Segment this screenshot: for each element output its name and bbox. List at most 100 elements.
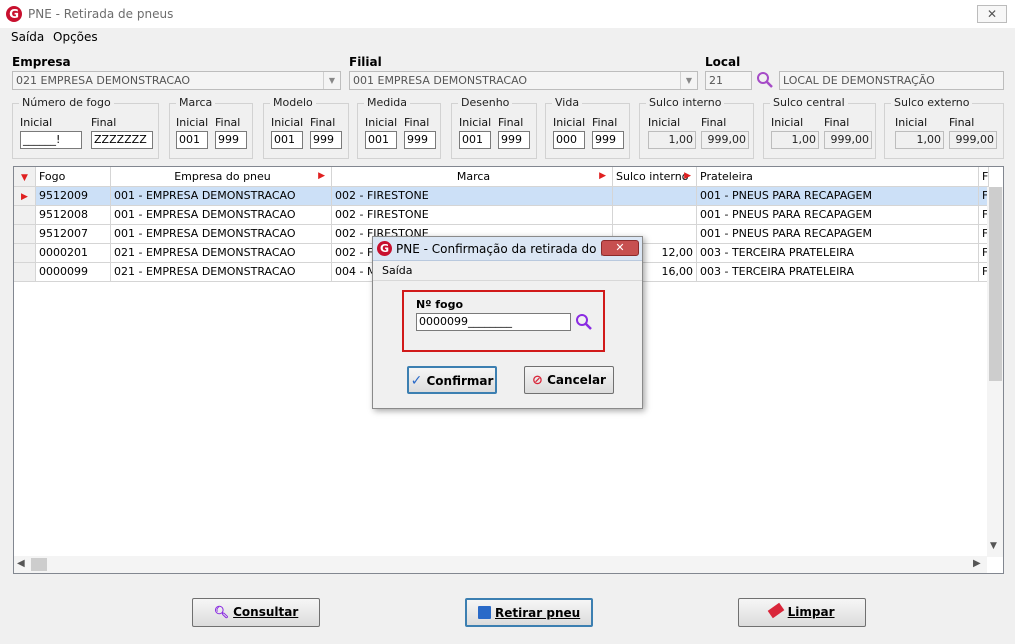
fogo-final-input[interactable]: ZZZZZZZ xyxy=(91,131,153,149)
dialog-close-button[interactable]: ✕ xyxy=(601,240,639,256)
dialog-title: PNE - Confirmação da retirada do pn... xyxy=(396,242,627,256)
sort-indicator-icon[interactable]: ▼ xyxy=(14,167,36,187)
button-label: Consultar xyxy=(233,605,299,619)
fogo-inicial-input[interactable]: ______! xyxy=(20,131,82,149)
scroll-thumb[interactable] xyxy=(989,187,1002,381)
button-label: Limpar xyxy=(787,605,835,619)
group-title: Sulco interno xyxy=(646,96,725,109)
retirar-pneu-button[interactable]: Retirar pneu xyxy=(465,598,593,627)
window-title: PNE - Retirada de pneus xyxy=(28,7,174,21)
confirmar-button[interactable]: ✓ Confirmar xyxy=(407,366,497,394)
desenho-final-input[interactable]: 999 xyxy=(498,131,530,149)
column-empresa[interactable]: Empresa do pneu ▶ xyxy=(111,167,332,187)
cell-fogo: 9512009 xyxy=(36,187,111,206)
table-row[interactable]: 9512008 001 - EMPRESA DEMONSTRACAO 002 -… xyxy=(14,206,989,225)
dialog-title-bar: G PNE - Confirmação da retirada do pn...… xyxy=(373,237,642,261)
row-pointer-icon: ▶ xyxy=(14,187,36,206)
sulco-central-final-input[interactable]: 999,00 xyxy=(824,131,872,149)
button-label: Cancelar xyxy=(547,373,606,387)
chevron-down-icon[interactable]: ▼ xyxy=(990,541,997,551)
close-icon: ✕ xyxy=(615,241,625,254)
inicial-label: Inicial xyxy=(771,116,804,129)
vida-final-input[interactable]: 999 xyxy=(592,131,624,149)
group-title: Vida xyxy=(552,96,583,109)
filial-combo[interactable]: 001 EMPRESA DEMONSTRACAO ▼ xyxy=(349,71,698,90)
medida-final-input[interactable]: 999 xyxy=(404,131,436,149)
filter-medida: Medida Inicial Final 001 999 xyxy=(357,96,441,159)
button-label: Confirmar xyxy=(426,374,494,388)
inicial-label: Inicial xyxy=(365,116,398,129)
column-label: Sulco interno xyxy=(616,170,689,183)
row-indicator xyxy=(14,225,36,244)
filial-value: 001 EMPRESA DEMONSTRACAO xyxy=(353,74,528,87)
search-icon[interactable] xyxy=(575,313,593,331)
vertical-scrollbar[interactable]: ▼ xyxy=(987,187,1003,557)
cell-marca: 002 - FIRESTONE xyxy=(332,187,613,206)
dialog-menu-saida[interactable]: Saída xyxy=(382,264,413,277)
menu-opcoes[interactable]: Opções xyxy=(53,30,98,44)
sulco-externo-inicial-input[interactable]: 1,00 xyxy=(895,131,944,149)
desenho-inicial-input[interactable]: 001 xyxy=(459,131,491,149)
app-logo-icon: G xyxy=(377,241,392,256)
fogo-field-group: Nº fogo 0000099________ xyxy=(402,290,605,352)
cancelar-button[interactable]: ⊘ Cancelar xyxy=(524,366,614,394)
column-fogo[interactable]: Fogo xyxy=(36,167,111,187)
modelo-final-input[interactable]: 999 xyxy=(310,131,342,149)
table-row[interactable]: ▶ 9512009 001 - EMPRESA DEMONSTRACAO 002… xyxy=(14,187,989,206)
column-prateleira[interactable]: Prateleira xyxy=(697,167,979,187)
inicial-label: Inicial xyxy=(176,116,209,129)
limpar-button[interactable]: Limpar xyxy=(738,598,866,627)
group-title: Marca xyxy=(176,96,216,109)
empresa-combo[interactable]: 021 EMPRESA DEMONSTRACAO ▼ xyxy=(12,71,341,90)
title-bar: G PNE - Retirada de pneus ✕ xyxy=(0,0,1015,28)
column-marca[interactable]: Marca ▶ xyxy=(332,167,613,187)
filter-sulco-interno: Sulco interno Inicial Final 1,00 999,00 xyxy=(639,96,754,159)
sulco-interno-final-input[interactable]: 999,00 xyxy=(701,131,749,149)
fogo-input[interactable]: 0000099________ xyxy=(416,313,571,331)
chevron-down-icon[interactable]: ▼ xyxy=(680,72,697,89)
empresa-value: 021 EMPRESA DEMONSTRACAO xyxy=(16,74,191,87)
close-window-button[interactable]: ✕ xyxy=(977,5,1007,23)
sulco-interno-inicial-input[interactable]: 1,00 xyxy=(648,131,696,149)
inicial-label: Inicial xyxy=(271,116,304,129)
modelo-inicial-input[interactable]: 001 xyxy=(271,131,303,149)
sulco-externo-final-input[interactable]: 999,00 xyxy=(949,131,997,149)
scroll-thumb[interactable] xyxy=(31,558,47,571)
column-f[interactable]: F xyxy=(979,167,989,187)
chevron-right-icon[interactable]: ▶ xyxy=(973,558,981,569)
group-title: Desenho xyxy=(458,96,513,109)
filial-label: Filial xyxy=(349,55,382,69)
horizontal-scrollbar[interactable]: ◀ ▶ xyxy=(14,556,987,573)
column-sulco-interno[interactable]: Sulco interno ▶ xyxy=(613,167,697,187)
filter-marca: Marca Inicial Final 001 999 xyxy=(169,96,253,159)
vida-inicial-input[interactable]: 000 xyxy=(553,131,585,149)
cell-empresa: 001 - EMPRESA DEMONSTRACAO xyxy=(111,187,332,206)
cell-fogo: 0000201 xyxy=(36,244,111,263)
menu-saida[interactable]: Saída xyxy=(11,30,44,44)
inicial-label: Inicial xyxy=(20,116,53,129)
sulco-central-inicial-input[interactable]: 1,00 xyxy=(771,131,819,149)
marca-final-input[interactable]: 999 xyxy=(215,131,247,149)
final-label: Final xyxy=(215,116,241,129)
sort-arrow-icon: ▶ xyxy=(684,171,691,181)
inicial-label: Inicial xyxy=(553,116,586,129)
close-icon: ✕ xyxy=(986,7,998,21)
confirm-dialog: G PNE - Confirmação da retirada do pn...… xyxy=(372,236,643,409)
final-label: Final xyxy=(404,116,430,129)
search-icon: 🔍︎ xyxy=(213,605,229,619)
chevron-down-icon[interactable]: ▼ xyxy=(323,72,340,89)
column-label: Empresa do pneu xyxy=(174,170,271,183)
cancel-icon: ⊘ xyxy=(532,373,543,388)
marca-inicial-input[interactable]: 001 xyxy=(176,131,208,149)
cell-sulco xyxy=(613,206,697,225)
final-label: Final xyxy=(949,116,975,129)
menu-bar xyxy=(0,28,1015,46)
filter-desenho: Desenho Inicial Final 001 999 xyxy=(451,96,537,159)
cell-marca: 002 - FIRESTONE xyxy=(332,206,613,225)
row-indicator xyxy=(14,206,36,225)
search-icon[interactable] xyxy=(756,71,774,89)
local-code-input[interactable]: 21 xyxy=(705,71,752,90)
medida-inicial-input[interactable]: 001 xyxy=(365,131,397,149)
chevron-left-icon[interactable]: ◀ xyxy=(17,558,25,569)
consultar-button[interactable]: 🔍︎ Consultar xyxy=(192,598,320,627)
